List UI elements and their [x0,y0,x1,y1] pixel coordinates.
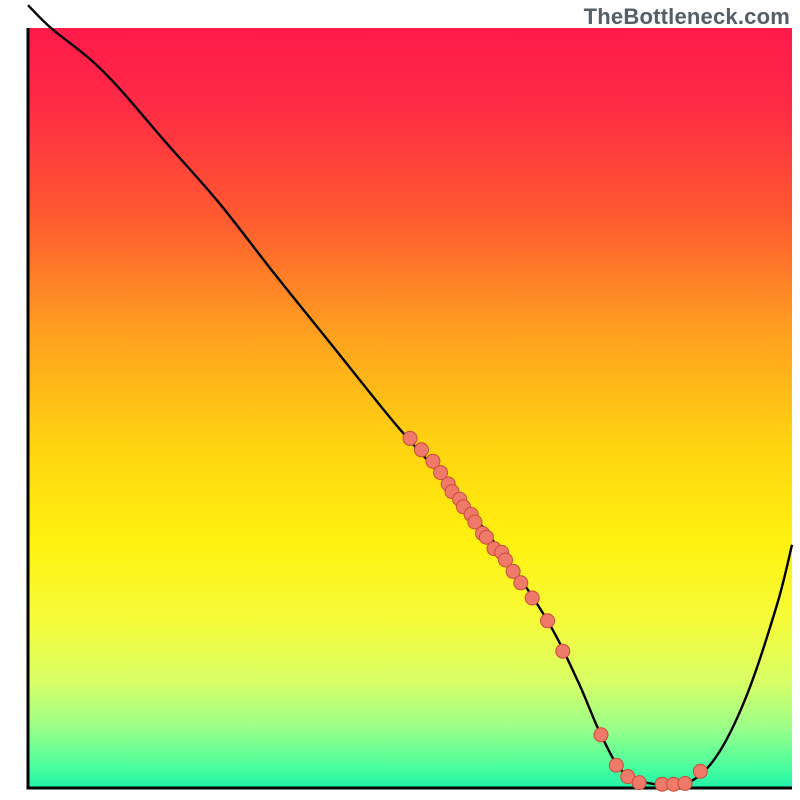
scatter-point [632,776,646,790]
scatter-point [556,644,570,658]
watermark-text: TheBottleneck.com [584,4,790,30]
scatter-point [609,758,623,772]
plot-background [28,28,792,788]
scatter-point [678,776,692,790]
scatter-point [403,431,417,445]
scatter-point [594,728,608,742]
scatter-point [514,576,528,590]
scatter-point [693,764,707,778]
scatter-point [525,591,539,605]
scatter-point [414,443,428,457]
scatter-point [541,614,555,628]
bottleneck-chart [0,0,800,800]
chart-viewport: TheBottleneck.com [0,0,800,800]
